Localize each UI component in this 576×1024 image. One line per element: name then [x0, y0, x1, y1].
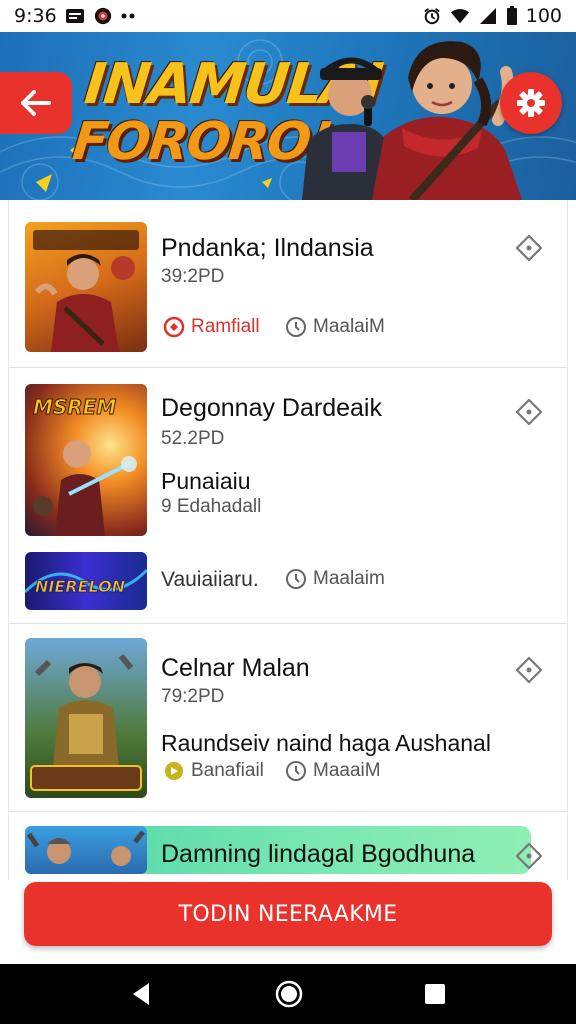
more-options-button[interactable] [513, 654, 545, 686]
game-thumbnail [25, 222, 147, 352]
gear-icon [517, 89, 545, 117]
message-icon [65, 9, 84, 23]
game-price: 52.2PD [161, 428, 225, 449]
options-icon [515, 234, 543, 262]
time-meta: MaalaiM [285, 316, 385, 338]
category-icon [163, 316, 185, 338]
more-options-button[interactable] [513, 840, 545, 872]
list-item[interactable]: MSREM Degonnay Dardeaik 52.2PD Punaiaiu … [9, 368, 567, 624]
secondary-thumbnail: NIERELON [25, 552, 147, 610]
time-label: MaaaiM [313, 760, 381, 781]
more-options-button[interactable] [513, 232, 545, 264]
options-icon [515, 656, 543, 684]
game-thumbnail: MSREM [25, 384, 147, 536]
time-meta: Maalaim [285, 568, 385, 590]
clock: 9:36 [14, 5, 57, 27]
list-item[interactable]: Pndanka; Ilndansia 39:2PD Ramfiall Maala… [9, 200, 567, 368]
more-options-button[interactable] [513, 396, 545, 428]
category-label: Vauiaiiaru. [161, 568, 259, 591]
girl-character [372, 41, 522, 200]
game-title: Degonnay Dardeaik [161, 394, 382, 422]
clock-icon [286, 317, 306, 337]
category-meta: Ramfiall [163, 316, 260, 338]
more-notifications-icon [121, 13, 135, 19]
back-button[interactable] [0, 72, 72, 134]
arrow-left-icon [21, 90, 51, 116]
nav-recents-icon[interactable] [423, 982, 447, 1006]
options-icon [515, 398, 543, 426]
settings-button[interactable] [500, 72, 562, 134]
battery-icon [506, 6, 517, 25]
category-label: Banafiail [191, 760, 264, 781]
app-notification-icon [94, 7, 111, 25]
header-banner: INAMULAI FORORO! [0, 32, 576, 200]
game-price: 39:2PD [161, 266, 225, 287]
game-subtitle: Punaiaiu [161, 468, 251, 494]
clock-icon [286, 761, 306, 781]
time-label: MaalaiM [313, 316, 385, 337]
signal-icon [479, 8, 496, 24]
game-price: 79:2PD [161, 686, 225, 707]
game-title: Damning lindagal Bgodhuna [161, 840, 476, 868]
category-label: Ramfiall [191, 316, 260, 337]
game-list: Pndanka; Ilndansia 39:2PD Ramfiall Maala… [8, 200, 568, 880]
alarm-icon [423, 8, 440, 25]
time-meta: MaaaiM [285, 760, 381, 782]
category-icon [165, 762, 183, 780]
system-nav-bar [0, 964, 576, 1024]
secondary-thumbnail-text: NIERELON [35, 577, 126, 596]
time-label: Maalaim [313, 568, 385, 589]
category-meta: Banafiail [163, 760, 264, 782]
nav-back-icon[interactable] [129, 981, 155, 1007]
wifi-icon [450, 8, 469, 24]
clock-icon [286, 569, 306, 589]
game-detail: 9 Edahadall [161, 496, 262, 517]
battery-level: 100 [525, 5, 562, 27]
thumbnail-logo-text: MSREM [33, 395, 116, 419]
game-thumbnail [25, 638, 147, 798]
category-meta: Vauiaiiaru. [161, 568, 259, 592]
game-subtitle: Raundseiv naind haga Aushanal [161, 730, 491, 756]
list-item[interactable]: Celnar Malan 79:2PD Raundseiv naind haga… [9, 624, 567, 812]
game-title: Celnar Malan [161, 654, 310, 682]
options-icon [515, 842, 543, 870]
game-title: Pndanka; Ilndansia [161, 234, 374, 262]
primary-cta-button[interactable]: TODIN NEERAAKME [24, 882, 552, 946]
game-thumbnail [25, 826, 147, 874]
status-bar: 9:36 100 [0, 0, 576, 32]
banner-title: INAMULAI FORORO! [70, 52, 385, 172]
nav-home-icon[interactable] [274, 979, 304, 1009]
banner-title-line2: FORORO! [69, 111, 335, 172]
